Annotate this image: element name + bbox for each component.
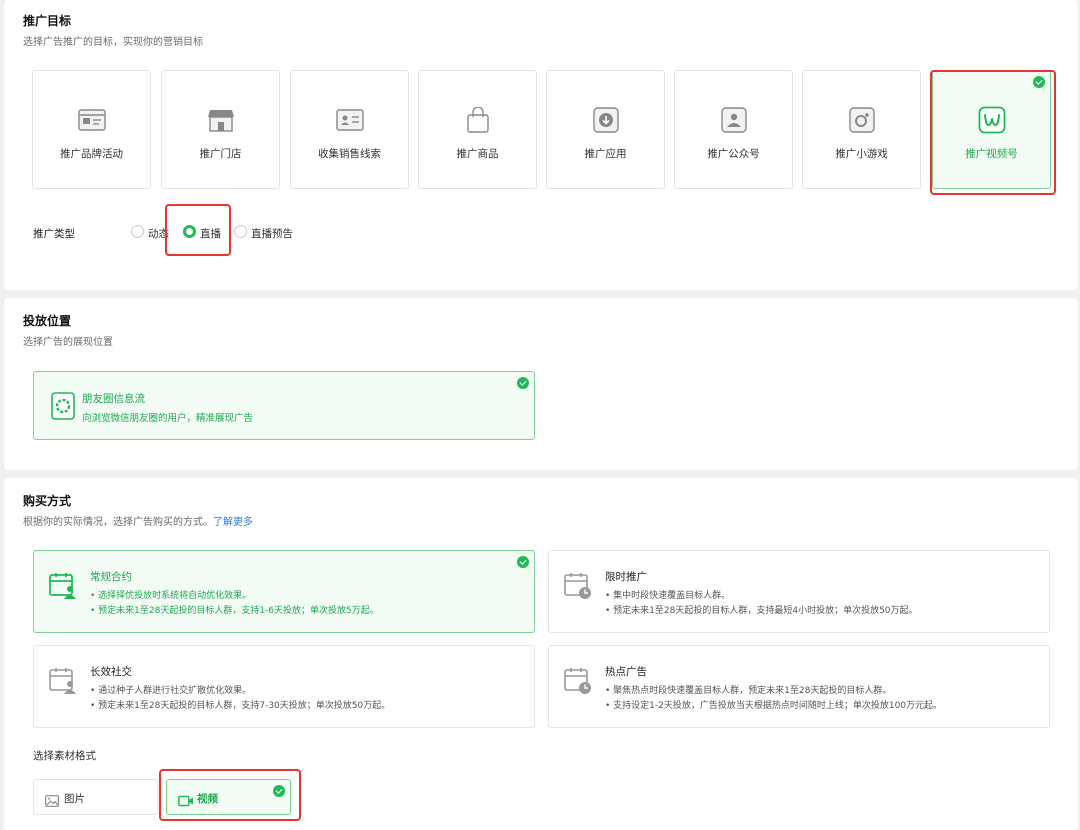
format-option-image[interactable]: 图片 bbox=[33, 779, 158, 815]
purchase-title: 购买方式 bbox=[23, 494, 72, 508]
format-option-label: 图片 bbox=[64, 793, 85, 805]
buy-card-title: 长效社交 bbox=[90, 666, 132, 678]
goal-card-label: 推广应用 bbox=[584, 148, 627, 160]
buy-card-line: • 聚焦热点时段快速覆盖目标人群，预定未来1至28天起投的目标人群。 bbox=[605, 686, 892, 696]
buy-card-line: • 通过种子人群进行社交扩散优化效果。 bbox=[90, 686, 252, 696]
radio-live-preview[interactable] bbox=[234, 225, 247, 238]
goal-card-label: 推广公众号 bbox=[707, 148, 760, 160]
mini-game-icon bbox=[847, 107, 877, 133]
goal-card-app[interactable]: 推广应用 bbox=[546, 70, 665, 189]
buy-card-hot-topic[interactable]: 热点广告 • 聚焦热点时段快速覆盖目标人群，预定未来1至28天起投的目标人群。 … bbox=[548, 645, 1050, 728]
goal-card-label: 推广品牌活动 bbox=[60, 148, 123, 160]
goal-card-label: 推广小游戏 bbox=[835, 148, 888, 160]
radio-live-preview-label[interactable]: 直播预告 bbox=[251, 226, 293, 241]
goal-card-mini-game[interactable]: 推广小游戏 bbox=[802, 70, 921, 189]
purchase-subtitle: 根据你的实际情况，选择广告购买的方式。了解更多 bbox=[23, 513, 253, 528]
calendar-clock-icon bbox=[563, 666, 593, 696]
promo-type-label: 推广类型 bbox=[33, 228, 75, 240]
buy-card-line: • 支持设定1-2天投放，广告投放当天根据热点时间随时上线；单次投放100万元起… bbox=[605, 701, 943, 711]
goal-card-official-account[interactable]: 推广公众号 bbox=[674, 70, 793, 189]
placement-card-desc: 向浏览微信朋友圈的用户，精准展现广告 bbox=[82, 413, 254, 424]
buy-card-title: 限时推广 bbox=[605, 571, 647, 583]
moments-icon bbox=[51, 392, 75, 420]
goal-card-label: 推广商品 bbox=[456, 148, 499, 160]
learn-more-link[interactable]: 了解更多 bbox=[213, 517, 253, 528]
highlight-box-video bbox=[159, 769, 301, 821]
radio-dynamic[interactable] bbox=[131, 225, 144, 238]
buy-card-title: 热点广告 bbox=[605, 666, 647, 678]
placement-panel: 投放位置 选择广告的展现位置 朋友圈信息流 向浏览微信朋友圈的用户，精准展现广告 bbox=[4, 298, 1078, 470]
highlight-box-live bbox=[165, 204, 231, 256]
store-icon bbox=[206, 107, 236, 133]
calendar-people-icon bbox=[48, 666, 78, 696]
promo-type-row: 推广类型 动态 直播 直播预告 bbox=[4, 222, 604, 244]
highlight-box-channels bbox=[930, 70, 1056, 195]
brand-activity-icon bbox=[77, 107, 107, 133]
placement-subtitle: 选择广告的展现位置 bbox=[23, 337, 113, 348]
goal-card-brand-activity[interactable]: 推广品牌活动 bbox=[32, 70, 151, 189]
placement-card-moments[interactable]: 朋友圈信息流 向浏览微信朋友圈的用户，精准展现广告 bbox=[33, 371, 535, 440]
shopping-bag-icon bbox=[463, 107, 493, 133]
image-icon bbox=[45, 792, 59, 807]
purchase-panel: 购买方式 根据你的实际情况，选择广告购买的方式。了解更多 常规合约 • 选择择优… bbox=[4, 478, 1078, 830]
app-download-icon bbox=[591, 107, 621, 133]
purchase-subtitle-text: 根据你的实际情况，选择广告购买的方式。 bbox=[23, 517, 213, 528]
buy-card-line: • 预定未来1至28天起投的目标人群，支持1-6天投放；单次投放5万起。 bbox=[90, 606, 379, 616]
selected-check-icon bbox=[517, 377, 529, 389]
sales-lead-card-icon bbox=[335, 107, 365, 133]
calendar-clock-icon bbox=[563, 571, 593, 601]
goal-title: 推广目标 bbox=[23, 14, 72, 28]
buy-card-line: • 预定未来1至28天起投的目标人群，支持7-30天投放；单次投放50万起。 bbox=[90, 701, 391, 711]
goal-card-label: 收集销售线索 bbox=[318, 148, 381, 160]
goal-card-sales-lead[interactable]: 收集销售线索 bbox=[290, 70, 409, 189]
official-account-icon bbox=[719, 107, 749, 133]
goal-card-label: 推广门店 bbox=[199, 148, 242, 160]
goal-card-product[interactable]: 推广商品 bbox=[418, 70, 537, 189]
buy-card-line: • 选择择优投放时系统将自动优化效果。 bbox=[90, 591, 252, 601]
placement-title: 投放位置 bbox=[23, 314, 72, 328]
buy-card-regular-contract[interactable]: 常规合约 • 选择择优投放时系统将自动优化效果。 • 预定未来1至28天起投的目… bbox=[33, 550, 535, 633]
calendar-people-icon bbox=[48, 571, 78, 601]
goal-card-store[interactable]: 推广门店 bbox=[161, 70, 280, 189]
goal-panel: 推广目标 选择广告推广的目标，实现你的营销目标 推广品牌活动 推广门店 收集销售… bbox=[4, 0, 1078, 290]
selected-check-icon bbox=[517, 556, 529, 568]
placement-card-title: 朋友圈信息流 bbox=[82, 393, 145, 405]
buy-card-line: • 集中时段快速覆盖目标人群。 bbox=[605, 591, 731, 601]
buy-card-title: 常规合约 bbox=[90, 571, 132, 583]
goal-subtitle: 选择广告推广的目标，实现你的营销目标 bbox=[23, 37, 203, 48]
buy-card-limited-time[interactable]: 限时推广 • 集中时段快速覆盖目标人群。 • 预定未来1至28天起投的目标人群，… bbox=[548, 550, 1050, 633]
buy-card-long-term-social[interactable]: 长效社交 • 通过种子人群进行社交扩散优化效果。 • 预定未来1至28天起投的目… bbox=[33, 645, 535, 728]
format-label: 选择素材格式 bbox=[33, 750, 96, 762]
buy-card-line: • 预定未来1至28天起投的目标人群，支持最短4小时投放；单次投放50万起。 bbox=[605, 606, 918, 616]
